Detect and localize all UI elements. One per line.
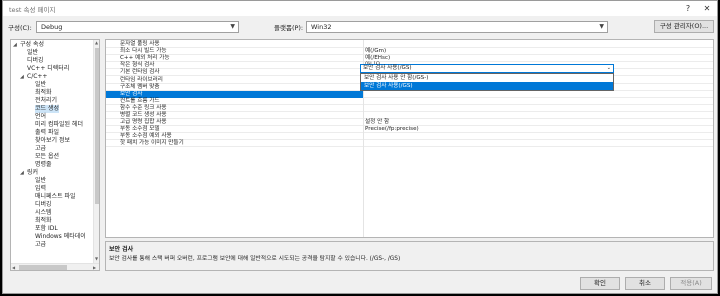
tree-item[interactable]: 전처리기 [35, 97, 57, 105]
tree-item[interactable]: 디버깅 [27, 57, 44, 65]
tree-vertical-scroll-thumb[interactable] [95, 48, 99, 204]
property-value[interactable]: Precise(/fp:precise) [365, 126, 419, 133]
configuration-bar: 구성(C): Debug ▼ 플랫폼(P): Win32 ▼ 구성 관리자(O)… [3, 19, 717, 37]
chevron-down-icon[interactable]: ⌄ [607, 65, 611, 72]
collapse-icon[interactable]: ◢ [13, 41, 17, 49]
dropdown-option[interactable]: 보안 검사 사용 안 함(/GS-) [361, 74, 613, 82]
property-name: 문자열 풀링 사용 [120, 41, 160, 47]
tree-item[interactable]: 고급 [35, 145, 46, 153]
property-row[interactable]: 고급 명령 집합 사용 설정 안 함 [106, 119, 713, 127]
config-manager-button[interactable]: 구성 관리자(O)... [654, 20, 714, 33]
property-name: 구조체 멤버 맞춤 [120, 83, 160, 90]
chevron-down-icon: ▼ [599, 23, 604, 30]
tree-item[interactable]: 입력 [35, 185, 46, 193]
tree-item[interactable]: 구성 속성 [20, 41, 44, 49]
settings-tree: ◢ 구성 속성 일반 디버깅 VC++ 디렉터리 ◢ C/C++ 일반 최적화 전처리기 코드 생성… [10, 39, 100, 271]
tree-item[interactable]: 일반 [35, 81, 46, 89]
property-row[interactable]: 최소 다시 빌드 가능 예(/Gm) [106, 48, 713, 56]
tree-item[interactable]: 링커 [27, 169, 38, 177]
tree-item[interactable]: 코드 생성 [35, 105, 59, 113]
tree-item[interactable]: Windows 메타데이 [35, 233, 86, 241]
cancel-button[interactable]: 취소 [625, 277, 665, 290]
configuration-combo[interactable]: Debug ▼ [36, 21, 239, 33]
ok-button[interactable]: 확인 [580, 277, 620, 290]
property-value[interactable]: 설정 안 함 [365, 119, 389, 126]
tree-item[interactable]: 일반 [35, 177, 46, 185]
window-title: test 속성 페이지 [9, 6, 56, 14]
property-pages-window: test 속성 페이지 ? ✕ 구성(C): Debug ▼ 플랫폼(P): W… [2, 0, 718, 294]
tree-horizontal-scroll-thumb[interactable] [19, 265, 67, 270]
property-row[interactable]: C++ 예외 처리 가능 예(/EHsc) [106, 55, 713, 63]
property-row[interactable]: 문자열 풀링 사용 [106, 41, 713, 49]
property-row[interactable]: 부동 소수점 예외 사용 [106, 133, 713, 141]
tree-horizontal-scrollbar[interactable]: ◀ ▶ [11, 263, 99, 270]
property-name: 함수 수준 링크 사용 [120, 104, 167, 111]
apply-button[interactable]: 적용(A) [670, 277, 712, 290]
description-title: 보안 검사 [109, 246, 134, 253]
configuration-value: Debug [41, 23, 63, 31]
property-name: 병렬 코드 생성 사용 [120, 112, 167, 118]
tree-item[interactable]: 고급 [35, 241, 46, 249]
tree-item[interactable]: 출력 파일 [35, 129, 59, 137]
security-check-combo[interactable]: 보안 검사 사용(/GS) ⌄ [360, 64, 614, 73]
property-row[interactable]: 컨트롤 흐름 가드 [106, 98, 713, 105]
tree-item[interactable]: 최적화 [35, 89, 52, 97]
tree-item[interactable]: 미리 컴파일된 헤더 [35, 121, 83, 129]
property-name: 보안 검사 [120, 90, 143, 97]
platform-label: 플랫폼(P): [274, 24, 304, 32]
property-row[interactable]: 병렬 코드 생성 사용 [106, 112, 713, 120]
platform-combo[interactable]: Win32 ▼ [306, 21, 608, 33]
property-row[interactable]: 부동 소수점 모델 Precise(/fp:precise) [106, 126, 713, 134]
tree-item[interactable]: 명령줄 [35, 161, 52, 169]
scroll-down-icon[interactable]: ▼ [95, 256, 98, 261]
property-row[interactable]: 보안 검사 [106, 90, 713, 98]
close-button[interactable]: ✕ [700, 2, 714, 15]
property-name: 컨트롤 흐름 가드 [120, 97, 160, 104]
security-check-dropdown: 보안 검사 사용 안 함(/GS-) 보안 검사 사용(/GS) [360, 73, 614, 91]
tree-item[interactable]: C/C++ [27, 73, 47, 81]
property-row[interactable]: 핫 패치 가능 이미지 만들기 [106, 140, 713, 148]
tree-item[interactable]: 최적화 [35, 217, 52, 225]
tree-item[interactable]: 디버깅 [35, 201, 52, 209]
chevron-down-icon: ▼ [230, 23, 235, 30]
tree-item[interactable]: 일반 [27, 49, 38, 57]
help-button[interactable]: ? [681, 2, 695, 15]
tree-item[interactable]: 시스템 [35, 209, 52, 217]
collapse-icon[interactable]: ◢ [20, 169, 24, 177]
dropdown-option-selected[interactable]: 보안 검사 사용(/GS) [361, 82, 613, 90]
tree-vertical-scrollbar[interactable]: ▲ ▼ [93, 40, 99, 263]
scroll-left-icon[interactable]: ◀ [12, 265, 15, 270]
title-bar: test 속성 페이지 ? ✕ [3, 1, 717, 16]
dialog-button-bar: 확인 취소 적용(A) [3, 275, 717, 293]
property-name: 핫 패치 가능 이미지 만들기 [120, 140, 184, 147]
tree-item[interactable]: 모든 옵션 [35, 153, 59, 161]
tree-item[interactable]: 매니페스트 파일 [35, 193, 76, 201]
collapse-icon[interactable]: ◢ [20, 73, 24, 81]
security-check-value: 보안 검사 사용(/GS) [363, 65, 412, 71]
tree-item[interactable]: 찾아보기 정보 [35, 137, 70, 145]
property-name: 런타임 라이브러리 [120, 76, 163, 83]
tree-item[interactable]: 언어 [35, 113, 46, 121]
platform-value: Win32 [311, 23, 332, 31]
configuration-label: 구성(C): [8, 24, 32, 32]
description-panel: 보안 검사 보안 검사를 통해 스택 버퍼 오버런, 프로그램 보안에 대해 일… [105, 241, 714, 271]
scroll-right-icon[interactable]: ▶ [93, 265, 96, 270]
property-name: 기본 런타임 검사 [120, 69, 160, 76]
tree-item[interactable]: 포함 IDL [35, 225, 58, 233]
scroll-up-icon[interactable]: ▲ [95, 40, 98, 45]
description-text: 보안 검사를 통해 스택 버퍼 오버런, 프로그램 보안에 대해 일반적으로 시… [109, 256, 401, 262]
tree-item[interactable]: VC++ 디렉터리 [27, 65, 69, 73]
property-row[interactable]: 함수 수준 링크 사용 [106, 105, 713, 112]
row-selection-highlight [106, 90, 363, 98]
